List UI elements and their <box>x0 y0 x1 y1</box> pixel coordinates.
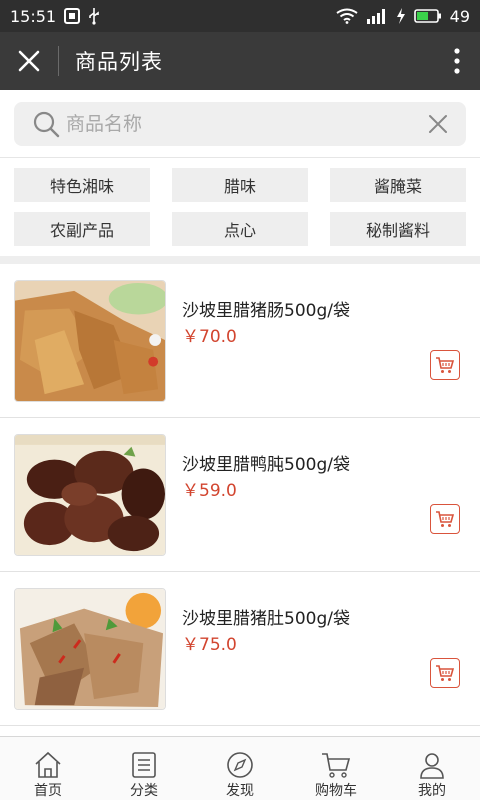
product-image[interactable] <box>14 434 166 556</box>
bottom-nav: 首页 分类 发现 购物车 我的 <box>0 736 480 800</box>
cart-icon <box>319 749 353 780</box>
category-button[interactable]: 点心 <box>172 212 308 246</box>
search-icon <box>33 111 60 138</box>
product-image[interactable] <box>14 280 166 402</box>
title-divider <box>58 46 59 76</box>
charging-icon <box>396 7 406 25</box>
nav-home[interactable]: 首页 <box>0 737 96 800</box>
category-button[interactable]: 特色湘味 <box>14 168 150 202</box>
cart-icon <box>436 511 455 527</box>
nav-discover[interactable]: 发现 <box>192 737 288 800</box>
more-button[interactable] <box>434 32 480 90</box>
add-to-cart-button[interactable] <box>430 658 460 688</box>
category-icon <box>127 749 161 780</box>
clear-icon <box>429 115 447 133</box>
product-list: 沙坡里腊猪肠500g/袋 ￥70.0 沙坡里腊鸭肫500g/袋 ￥59.0 沙坡… <box>0 264 480 726</box>
search-input[interactable] <box>66 104 418 144</box>
notification-icon <box>64 7 81 25</box>
battery-icon <box>413 7 442 25</box>
clear-search-button[interactable] <box>418 104 458 144</box>
product-item[interactable]: 沙坡里腊猪肠500g/袋 ￥70.0 <box>0 264 480 418</box>
product-price: ￥59.0 <box>182 481 237 501</box>
nav-category[interactable]: 分类 <box>96 737 192 800</box>
nav-label: 购物车 <box>315 783 357 799</box>
category-button[interactable]: 腊味 <box>172 168 308 202</box>
usb-icon <box>88 7 100 25</box>
product-item[interactable]: 沙坡里腊猪肚500g/袋 ￥75.0 <box>0 572 480 726</box>
cart-icon <box>436 665 455 681</box>
more-vertical-icon <box>454 48 460 74</box>
product-name: 沙坡里腊鸭肫500g/袋 <box>182 455 350 475</box>
nav-label: 分类 <box>130 783 158 799</box>
close-button[interactable] <box>0 32 58 90</box>
user-icon <box>415 749 449 780</box>
product-item[interactable]: 沙坡里腊鸭肫500g/袋 ￥59.0 <box>0 418 480 572</box>
battery-level: 49 <box>449 6 470 26</box>
add-to-cart-button[interactable] <box>430 350 460 380</box>
close-icon <box>18 50 40 72</box>
cart-icon <box>436 357 455 373</box>
nav-label: 我的 <box>418 783 446 799</box>
page-title: 商品列表 <box>75 50 163 74</box>
product-price: ￥75.0 <box>182 635 237 655</box>
category-button[interactable]: 酱腌菜 <box>330 168 466 202</box>
category-filter: 特色湘味 腊味 酱腌菜 农副产品 点心 秘制酱料 <box>0 158 480 256</box>
home-icon <box>31 749 65 780</box>
search-box[interactable] <box>14 102 466 146</box>
status-bar: 15:51 49 <box>0 0 480 32</box>
title-bar: 商品列表 <box>0 32 480 90</box>
compass-icon <box>223 749 257 780</box>
status-time: 15:51 <box>10 6 57 26</box>
section-divider <box>0 256 480 264</box>
product-image[interactable] <box>14 588 166 710</box>
search-bar <box>0 90 480 158</box>
category-button[interactable]: 农副产品 <box>14 212 150 246</box>
nav-profile[interactable]: 我的 <box>384 737 480 800</box>
product-price: ￥70.0 <box>182 327 237 347</box>
nav-label: 发现 <box>226 783 254 799</box>
product-name: 沙坡里腊猪肚500g/袋 <box>182 609 350 629</box>
nav-cart[interactable]: 购物车 <box>288 737 384 800</box>
category-button[interactable]: 秘制酱料 <box>330 212 466 246</box>
add-to-cart-button[interactable] <box>430 504 460 534</box>
nav-label: 首页 <box>34 783 62 799</box>
wifi-icon <box>336 7 358 25</box>
product-name: 沙坡里腊猪肠500g/袋 <box>182 301 350 321</box>
signal-icon <box>366 7 388 25</box>
